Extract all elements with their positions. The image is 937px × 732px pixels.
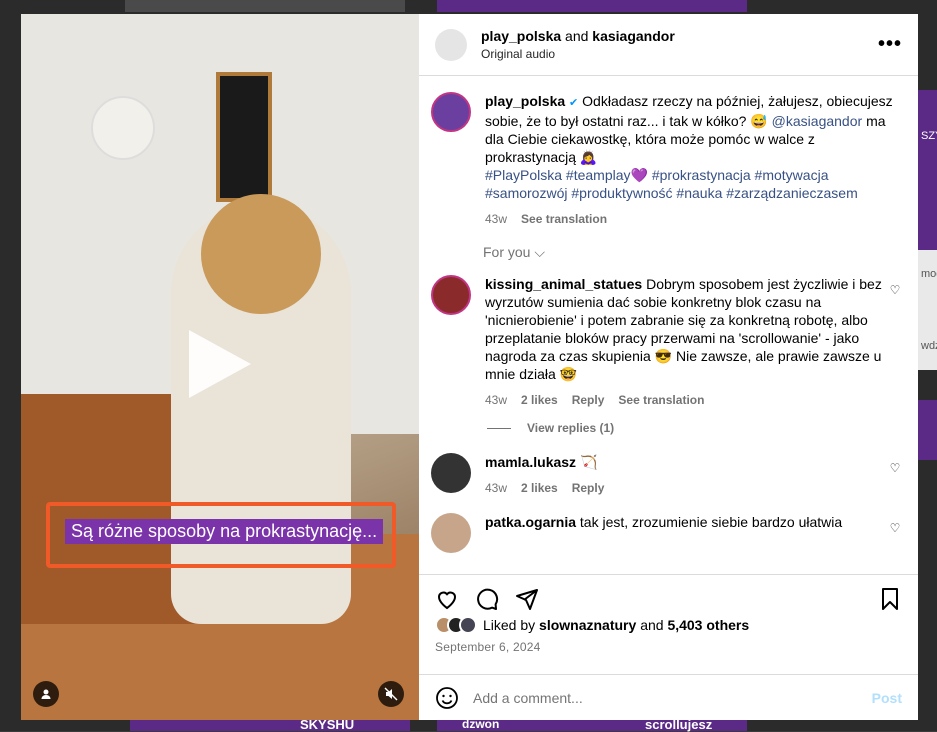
video-player[interactable]: Są różne sposoby na prokrastynację... [21, 14, 419, 720]
person-icon[interactable] [33, 681, 59, 707]
post-date: September 6, 2024 [435, 640, 540, 654]
post-details-panel: play_polska and kasiagandor Original aud… [419, 14, 918, 720]
send-icon[interactable] [513, 585, 541, 613]
comment-item: mamla.lukasz 🏹 43w 2 likes Reply ♡ [431, 453, 902, 497]
view-replies-button[interactable]: View replies (1) [487, 421, 902, 435]
play-icon[interactable] [189, 330, 251, 398]
author-avatar[interactable] [431, 92, 471, 132]
reply-button[interactable]: Reply [572, 479, 605, 497]
comment-meta: 43w 2 likes Reply See translation [485, 391, 888, 409]
comment-username[interactable]: patka.ogarnia [485, 514, 576, 530]
commenter-avatar[interactable] [431, 513, 471, 553]
comment-text: tak jest, zrozumienie siebie bardzo ułat… [580, 514, 842, 530]
backdrop-tile [918, 90, 937, 250]
author-avatar[interactable] [435, 29, 467, 61]
liked-by: Liked by slownaznatury and 5,403 others [435, 616, 749, 634]
comments-scroll-area[interactable]: play_polska ✔ Odkładasz rzeczy na późnie… [419, 76, 918, 574]
liker-avatar [459, 616, 477, 634]
backdrop-text: mog [921, 268, 937, 280]
video-scene-hair [201, 194, 321, 314]
post-authors: play_polska and kasiagandor [481, 28, 878, 44]
commenter-avatar[interactable] [431, 453, 471, 493]
comment-meta: 43w 2 likes Reply [485, 479, 888, 497]
coauthor-username[interactable]: kasiagandor [592, 28, 674, 44]
caption-meta: 43w See translation [485, 210, 902, 228]
video-caption: Są różne sposoby na prokrastynację... [65, 519, 383, 544]
video-scene-painting [216, 72, 272, 202]
post-header-text: play_polska and kasiagandor Original aud… [481, 28, 878, 61]
comment-input[interactable] [473, 690, 872, 706]
commenter-avatar[interactable] [431, 275, 471, 315]
caption-mention[interactable]: @kasiagandor [772, 113, 863, 129]
heart-icon[interactable]: ♡ [888, 461, 902, 497]
see-translation-link[interactable]: See translation [618, 391, 704, 409]
backdrop-text: SZY [921, 130, 937, 142]
see-translation-link[interactable]: See translation [521, 210, 607, 228]
backdrop-tile [437, 0, 747, 12]
heart-icon[interactable]: ♡ [888, 283, 902, 409]
more-options-icon[interactable]: ••• [878, 33, 902, 56]
liked-by-prefix: Liked by [483, 617, 535, 633]
liked-by-others[interactable]: 5,403 others [667, 617, 749, 633]
view-replies-label: View replies (1) [527, 421, 614, 435]
comment-likes[interactable]: 2 likes [521, 479, 558, 497]
post-header: play_polska and kasiagandor Original aud… [419, 14, 918, 76]
audio-label[interactable]: Original audio [481, 47, 878, 61]
authors-and: and [565, 28, 588, 44]
author-username[interactable]: play_polska [481, 28, 561, 44]
speaker-muted-icon[interactable] [378, 681, 404, 707]
add-comment-bar: Post [419, 674, 918, 720]
caption-body: play_polska ✔ Odkładasz rzeczy na późnie… [485, 92, 902, 228]
backdrop-tile [125, 0, 405, 12]
comment-icon[interactable] [473, 585, 501, 613]
comment-body: mamla.lukasz 🏹 43w 2 likes Reply [485, 453, 888, 497]
caption-username[interactable]: play_polska [485, 93, 565, 109]
smile-icon[interactable] [435, 686, 459, 710]
comment-likes[interactable]: 2 likes [521, 391, 558, 409]
comment-username[interactable]: kissing_animal_statues [485, 276, 642, 292]
comment-time: 43w [485, 479, 507, 497]
post-actions [419, 574, 918, 622]
comment-text: 🏹 [580, 454, 597, 470]
backdrop-tile [918, 400, 937, 460]
liked-by-and: and [640, 617, 663, 633]
comment-item: patka.ogarnia tak jest, zrozumienie sieb… [431, 513, 902, 553]
reply-button[interactable]: Reply [572, 391, 605, 409]
caption-hashtags[interactable]: #samorozwój #produktywność #nauka #zarzą… [485, 185, 858, 201]
verified-badge-icon: ✔ [569, 97, 578, 109]
heart-icon[interactable] [433, 585, 461, 613]
liked-by-user[interactable]: slownaznatury [539, 617, 636, 633]
comment-body: patka.ogarnia tak jest, zrozumienie sieb… [485, 513, 888, 553]
caption-time: 43w [485, 210, 507, 228]
video-scene-bird-plate [91, 96, 155, 160]
post-modal: Są różne sposoby na prokrastynację... pl… [21, 14, 918, 720]
bookmark-icon[interactable] [876, 585, 904, 613]
comment-item: kissing_animal_statues Dobrym sposobem j… [431, 275, 902, 409]
comment-time: 43w [485, 391, 507, 409]
heart-icon[interactable]: ♡ [888, 521, 902, 553]
for-you-sort[interactable]: For you ⌵ [483, 244, 902, 261]
comment-username[interactable]: mamla.lukasz [485, 454, 576, 470]
caption-hashtags[interactable]: #PlayPolska #teamplay💜 #prokrastynacja #… [485, 167, 828, 183]
comment-body: kissing_animal_statues Dobrym sposobem j… [485, 275, 888, 409]
backdrop-text: wdz [921, 340, 937, 352]
caption-post: play_polska ✔ Odkładasz rzeczy na późnie… [431, 92, 902, 228]
post-comment-button[interactable]: Post [872, 690, 902, 706]
